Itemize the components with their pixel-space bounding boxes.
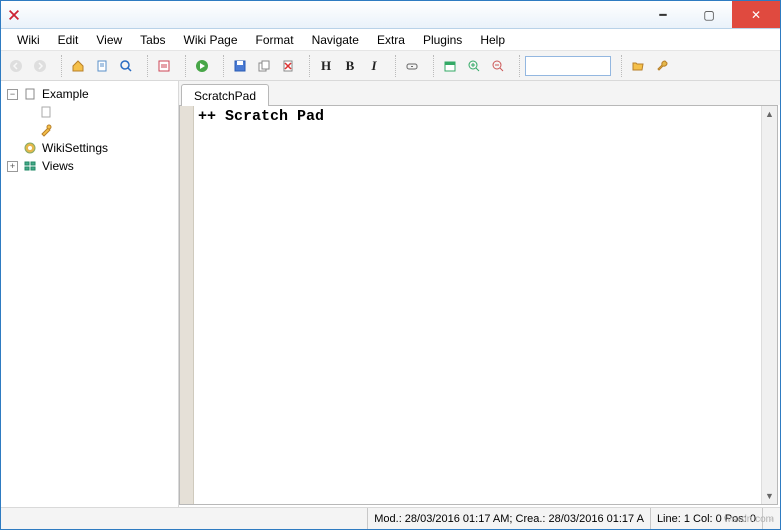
scroll-up-icon[interactable]: ▲ [762,106,778,122]
wrench-icon [655,59,669,73]
menubar: Wiki Edit View Tabs Wiki Page Format Nav… [1,29,780,51]
editor[interactable]: ++ Scratch Pad [194,106,761,504]
statusbar: Mod.: 28/03/2016 01:17 AM; Crea.: 28/03/… [1,507,780,529]
tree-item-scratch[interactable] [3,121,176,139]
zoom-out-button[interactable] [487,55,509,77]
menu-help[interactable]: Help [472,31,513,49]
options-button[interactable] [651,55,673,77]
forward-button[interactable] [29,55,51,77]
separator [142,55,148,77]
tree-item-example[interactable]: − Example [3,85,176,103]
views-icon [22,158,38,174]
home-icon [71,59,85,73]
maximize-button[interactable]: ▢ [686,1,732,28]
heading-button[interactable]: H [315,55,337,77]
minimize-button[interactable]: ━ [640,1,686,28]
history-button[interactable] [91,55,113,77]
arrow-left-icon [9,59,23,73]
bold-button[interactable]: B [339,55,361,77]
timestamp-button[interactable] [439,55,461,77]
separator [428,55,434,77]
status-modified: Mod.: 28/03/2016 01:17 AM; Crea.: 28/03/… [367,508,650,529]
home-button[interactable] [67,55,89,77]
tree-label: Example [42,87,89,101]
search-icon [119,59,133,73]
tree-item-wikisettings[interactable]: WikiSettings [3,139,176,157]
delete-button[interactable] [277,55,299,77]
save-icon [233,59,247,73]
separator [616,55,622,77]
page-icon [22,86,38,102]
menu-extra[interactable]: Extra [369,31,413,49]
app-icon [7,8,21,22]
arrow-right-icon [33,59,47,73]
copy-icon [257,59,271,73]
menu-navigate[interactable]: Navigate [304,31,367,49]
preview-icon [157,59,171,73]
search-input[interactable] [525,56,611,76]
delete-icon [281,59,295,73]
separator [304,55,310,77]
rename-button[interactable] [253,55,275,77]
watermark: wsxdn.com [724,514,774,525]
separator [56,55,62,77]
folder-open-icon [631,59,645,73]
toolbar: H B I [1,51,780,81]
page-icon [95,59,109,73]
scroll-down-icon[interactable]: ▼ [762,488,778,504]
go-icon [195,59,209,73]
editor-gutter [180,106,194,504]
page-icon [38,104,54,120]
menu-format[interactable]: Format [248,31,302,49]
menu-tabs[interactable]: Tabs [132,31,173,49]
switch-view-button[interactable] [153,55,175,77]
expand-icon[interactable]: + [7,161,18,172]
menu-wiki-page[interactable]: Wiki Page [176,31,246,49]
tree-item-views[interactable]: + Views [3,157,176,175]
link-icon [405,59,419,73]
titlebar: ━ ▢ ✕ [1,1,780,29]
zoom-in-button[interactable] [463,55,485,77]
tab-strip: ScratchPad [179,81,780,105]
separator [514,55,520,77]
go-button[interactable] [191,55,213,77]
zoom-out-icon [491,59,505,73]
sidebar-tree[interactable]: − Example WikiSettings + [1,81,179,507]
menu-view[interactable]: View [88,31,130,49]
separator [218,55,224,77]
link-button[interactable] [401,55,423,77]
menu-plugins[interactable]: Plugins [415,31,470,49]
calendar-icon [443,59,457,73]
separator [180,55,186,77]
menu-wiki[interactable]: Wiki [9,31,48,49]
search-button[interactable] [115,55,137,77]
gear-icon [22,140,38,156]
scratch-icon [38,122,54,138]
tab-scratchpad[interactable]: ScratchPad [181,84,269,106]
zoom-in-icon [467,59,481,73]
tree-label: Views [42,159,74,173]
back-button[interactable] [5,55,27,77]
tree-item-child[interactable] [3,103,176,121]
tree-label: WikiSettings [42,141,108,155]
vertical-scrollbar[interactable]: ▲ ▼ [761,106,777,504]
italic-button[interactable]: I [363,55,385,77]
separator [390,55,396,77]
open-button[interactable] [627,55,649,77]
collapse-icon[interactable]: − [7,89,18,100]
close-button[interactable]: ✕ [732,1,780,28]
menu-edit[interactable]: Edit [50,31,87,49]
save-button[interactable] [229,55,251,77]
